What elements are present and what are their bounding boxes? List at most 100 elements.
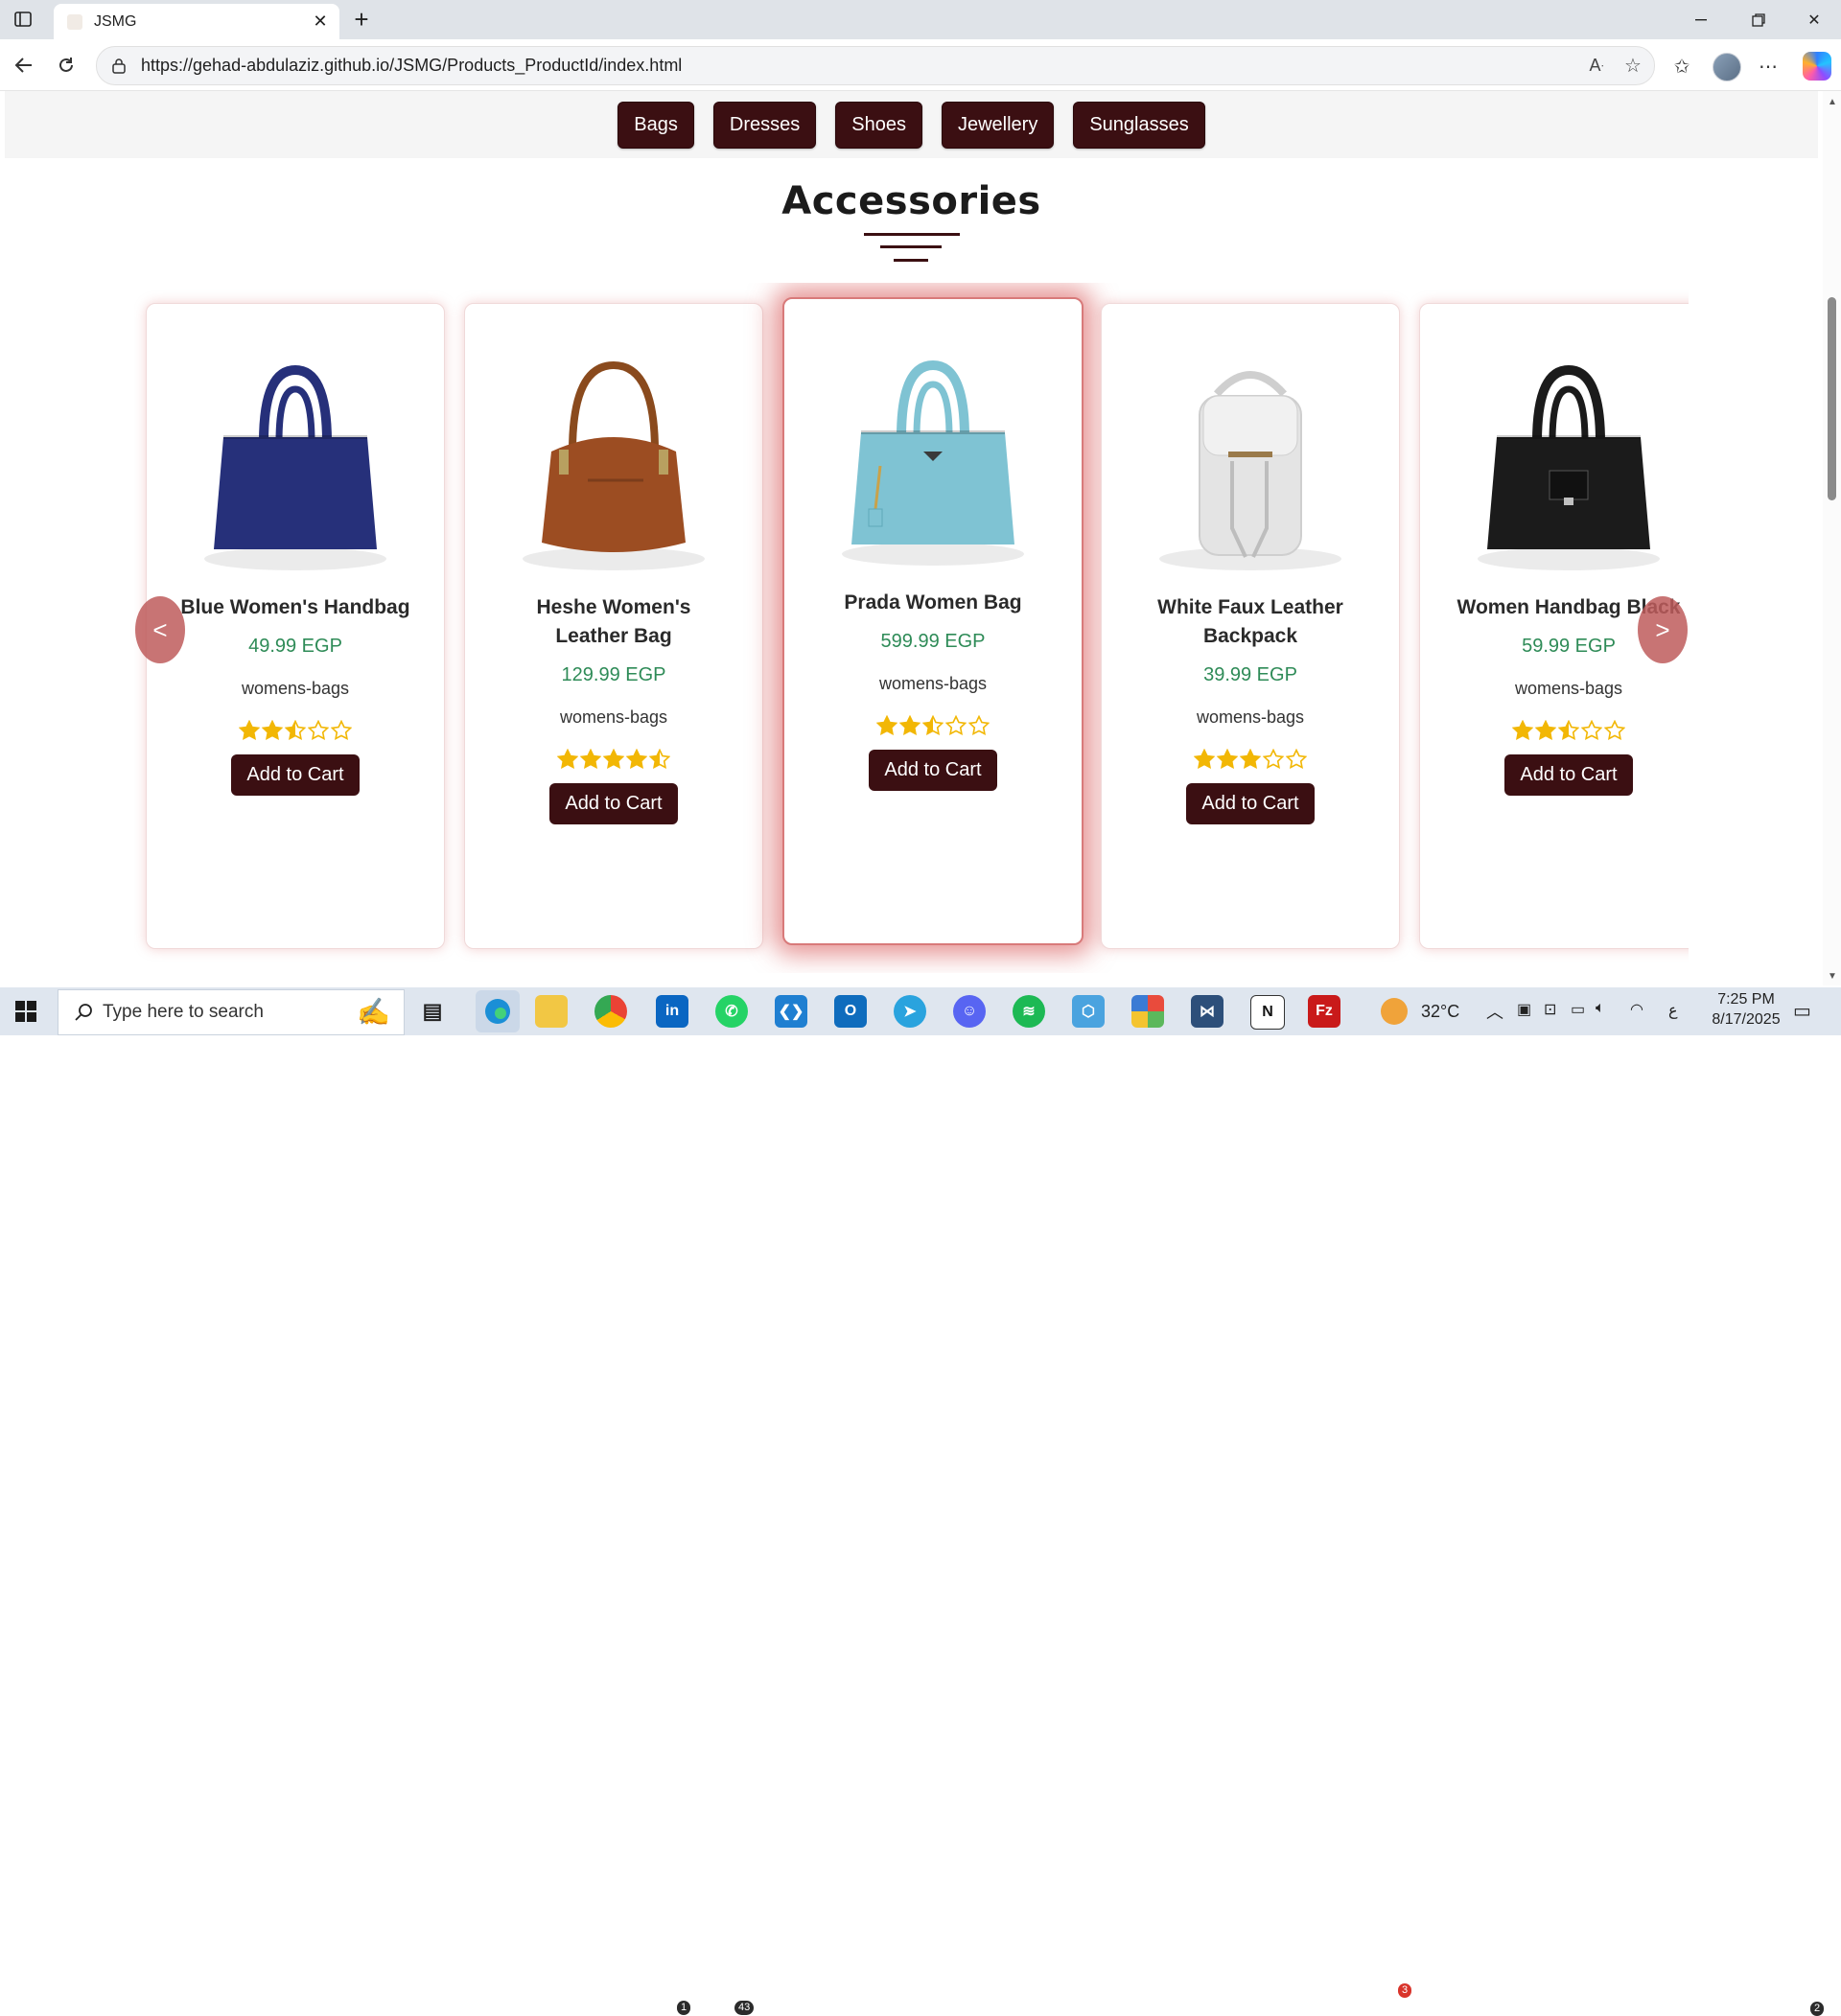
star-half-icon xyxy=(922,715,944,735)
clock-time: 7:25 PM xyxy=(1717,991,1775,1008)
star-full-icon xyxy=(557,749,578,769)
product-card-active[interactable]: Prada Women Bag 599.99 EGP womens-bags A… xyxy=(782,297,1084,945)
section-title: Accessories xyxy=(781,179,1041,223)
scrollbar-thumb[interactable] xyxy=(1828,297,1836,500)
whatsapp-badge: 43 xyxy=(734,2001,755,2015)
add-to-cart-button[interactable]: Add to Cart xyxy=(1186,783,1315,824)
copilot-icon[interactable] xyxy=(1803,52,1831,81)
add-to-cart-button[interactable]: Add to Cart xyxy=(231,754,360,796)
star-empty-icon xyxy=(945,715,967,735)
search-icon xyxy=(75,1004,92,1021)
product-image[interactable] xyxy=(1140,336,1361,576)
windows-taskbar: Type here to search ✍ ▤ in 1 ✆ 43 ❮❯ O ➤… xyxy=(0,987,1841,2016)
page-scrollbar[interactable]: ▲ ▼ xyxy=(1823,91,1841,985)
favorite-star-icon[interactable]: ☆ xyxy=(1618,51,1648,81)
taskbar-search-box[interactable]: Type here to search ✍ xyxy=(58,989,405,1035)
product-category: womens-bags xyxy=(1196,707,1305,727)
product-name[interactable]: White Faux Leather Backpack xyxy=(1135,593,1365,651)
3d-app-icon[interactable]: ⬡ xyxy=(1072,995,1105,1028)
star-full-icon xyxy=(899,715,920,735)
tray-device-icon[interactable]: ▣ xyxy=(1517,1000,1531,1019)
close-window-button[interactable]: ✕ xyxy=(1787,0,1841,39)
product-name[interactable]: Blue Women's Handbag xyxy=(180,593,410,622)
star-full-icon xyxy=(626,749,647,769)
star-half-icon xyxy=(649,749,670,769)
tab-title: JSMG xyxy=(94,12,137,30)
telegram-icon[interactable]: ➤ xyxy=(894,995,926,1028)
star-full-icon xyxy=(1194,749,1215,769)
product-price: 49.99 EGP xyxy=(248,636,342,657)
tab-actions-icon[interactable] xyxy=(10,8,36,31)
category-sunglasses-button[interactable]: Sunglasses xyxy=(1073,101,1205,149)
product-card[interactable]: Blue Women's Handbag 49.99 EGP womens-ba… xyxy=(146,303,445,949)
product-image[interactable] xyxy=(503,336,724,576)
discord-icon[interactable]: ☺ xyxy=(953,995,986,1028)
site-info-icon[interactable] xyxy=(110,58,128,75)
spotify-icon[interactable]: ≋ xyxy=(1013,995,1045,1028)
product-price: 599.99 EGP xyxy=(880,631,986,652)
notifications-icon[interactable]: ▭ xyxy=(1793,999,1811,1023)
product-price: 59.99 EGP xyxy=(1522,636,1616,657)
edge-browser-icon[interactable] xyxy=(476,990,520,1032)
weather-temperature[interactable]: 32°C xyxy=(1421,1002,1459,1022)
file-explorer-icon[interactable] xyxy=(535,995,568,1028)
scroll-up-icon[interactable]: ▲ xyxy=(1828,97,1837,107)
restore-button[interactable] xyxy=(1732,0,1785,39)
category-jewellery-button[interactable]: Jewellery xyxy=(941,101,1055,149)
carousel-next-button[interactable]: > xyxy=(1638,596,1688,663)
more-menu-icon[interactable]: ⋯ xyxy=(1753,51,1783,81)
back-arrow-icon[interactable] xyxy=(10,51,38,80)
product-carousel: Blue Women's Handbag 49.99 EGP womens-ba… xyxy=(134,283,1689,973)
input-language-indicator[interactable]: ع xyxy=(1668,1001,1678,1020)
product-name[interactable]: Heshe Women's Leather Bag xyxy=(499,593,729,651)
product-card[interactable]: Heshe Women's Leather Bag 129.99 EGP wom… xyxy=(464,303,763,949)
product-image[interactable] xyxy=(1458,336,1679,576)
star-empty-icon xyxy=(968,715,990,735)
category-shoes-button[interactable]: Shoes xyxy=(835,101,922,149)
network-icon[interactable]: ◠ xyxy=(1630,1000,1643,1019)
task-view-icon[interactable]: ▤ xyxy=(416,995,449,1028)
product-card[interactable]: White Faux Leather Backpack 39.99 EGP wo… xyxy=(1101,303,1400,949)
whatsapp-icon[interactable]: ✆ xyxy=(715,995,748,1028)
address-bar[interactable]: https://gehad-abdulaziz.github.io/JSMG/P… xyxy=(96,46,1655,85)
profile-avatar[interactable] xyxy=(1713,53,1741,81)
tab-close-icon[interactable]: ✕ xyxy=(309,11,332,34)
minimize-button[interactable] xyxy=(1674,0,1728,39)
sql-app-icon[interactable]: ⋈ xyxy=(1191,995,1223,1028)
office-app-icon[interactable] xyxy=(1131,995,1164,1028)
volume-icon[interactable]: 🔈︎ xyxy=(1596,1000,1605,1017)
filezilla-icon[interactable]: Fz xyxy=(1308,995,1340,1028)
carousel-prev-button[interactable]: < xyxy=(135,596,185,663)
add-to-cart-button[interactable]: Add to Cart xyxy=(1504,754,1633,796)
battery-icon[interactable]: ▭ xyxy=(1571,1000,1585,1019)
favorites-icon[interactable]: ✩ xyxy=(1666,51,1697,81)
product-image[interactable] xyxy=(823,332,1043,571)
browser-tab[interactable]: JSMG ✕ xyxy=(54,4,339,39)
product-image[interactable] xyxy=(185,336,406,576)
product-name[interactable]: Prada Women Bag xyxy=(818,589,1048,617)
refresh-icon[interactable] xyxy=(52,51,81,80)
rating-stars xyxy=(557,749,670,770)
category-bags-button[interactable]: Bags xyxy=(618,101,694,149)
add-to-cart-button[interactable]: Add to Cart xyxy=(549,783,678,824)
outlook-icon[interactable]: O xyxy=(834,995,867,1028)
linkedin-icon[interactable]: in xyxy=(656,995,688,1028)
add-to-cart-button[interactable]: Add to Cart xyxy=(869,750,997,791)
chrome-icon[interactable] xyxy=(594,995,627,1028)
url-text: https://gehad-abdulaziz.github.io/JSMG/P… xyxy=(141,56,683,75)
windows-start-icon[interactable] xyxy=(15,1001,36,1022)
clock[interactable]: 7:25 PM 8/17/2025 xyxy=(1709,991,1783,1029)
scroll-down-icon[interactable]: ▼ xyxy=(1828,971,1837,982)
category-dresses-button[interactable]: Dresses xyxy=(712,101,817,149)
product-category: womens-bags xyxy=(559,707,668,727)
read-aloud-icon[interactable]: Aᐧ xyxy=(1581,51,1612,81)
browser-tab-bar: JSMG ✕ + ✕ xyxy=(0,0,1841,39)
tray-security-icon[interactable]: ⊡ xyxy=(1544,1000,1556,1019)
tray-overflow-icon[interactable]: ︿ xyxy=(1486,999,1503,1024)
product-category: womens-bags xyxy=(1514,679,1623,698)
weather-icon[interactable] xyxy=(1381,998,1408,1025)
new-tab-button[interactable]: + xyxy=(348,5,375,34)
vscode-icon[interactable]: ❮❯ xyxy=(775,995,807,1028)
star-empty-icon xyxy=(1263,749,1284,769)
notion-icon[interactable]: N xyxy=(1250,995,1285,1030)
